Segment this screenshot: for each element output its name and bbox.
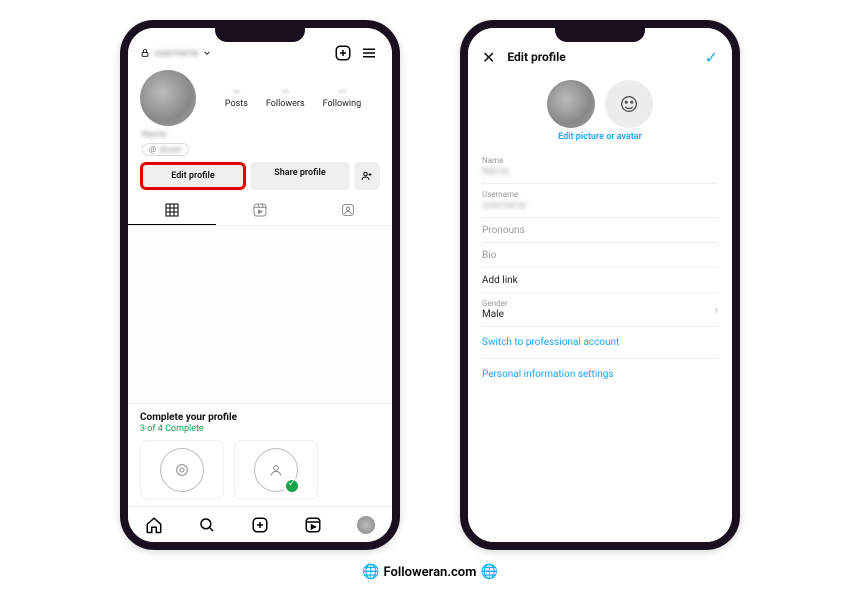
plus-square-icon	[334, 44, 352, 62]
threads-badge[interactable]: @ @user	[142, 143, 189, 156]
nav-create[interactable]	[251, 516, 269, 534]
complete-card-1[interactable]	[140, 440, 224, 500]
nav-profile[interactable]	[357, 516, 375, 534]
grid-icon	[164, 202, 180, 218]
close-button[interactable]: ✕	[482, 48, 495, 67]
profile-topbar: username	[128, 28, 392, 64]
username-dropdown[interactable]: username	[140, 48, 212, 59]
nav-search[interactable]	[198, 516, 216, 534]
avatar-face-icon	[618, 93, 640, 115]
edit-topbar: ✕ Edit profile ✓	[468, 28, 732, 72]
content-tabs	[128, 196, 392, 226]
create-button[interactable]	[332, 42, 354, 64]
reels-icon	[304, 516, 322, 534]
lock-icon	[140, 48, 150, 58]
reels-tab[interactable]	[216, 196, 304, 225]
reels-icon	[252, 202, 268, 218]
plus-square-icon	[251, 516, 269, 534]
grid-tab[interactable]	[128, 196, 216, 225]
username-text: username	[154, 48, 198, 59]
bio-field[interactable]: Bio	[482, 243, 718, 268]
avatar[interactable]	[140, 70, 196, 126]
profile-header: —Posts —Followers —Following	[128, 64, 392, 128]
edit-picture-link[interactable]: Edit picture or avatar	[468, 132, 732, 142]
name-field[interactable]: Name Name	[482, 150, 718, 184]
share-profile-button[interactable]: Share profile	[250, 162, 350, 190]
profile-photo[interactable]	[547, 80, 595, 128]
phone-profile: username —Posts —Followers —F	[120, 20, 400, 550]
chevron-down-icon	[202, 48, 212, 58]
complete-card-2[interactable]	[234, 440, 318, 500]
complete-profile-panel: Complete your profile 3 of 4 Complete	[128, 403, 392, 506]
edit-profile-button[interactable]: Edit profile	[140, 162, 246, 190]
post-grid	[128, 226, 392, 403]
tagged-icon	[340, 202, 356, 218]
phone-edit-profile: ✕ Edit profile ✓ Edit picture or avatar …	[460, 20, 740, 550]
bio-box: Name @ @user	[128, 128, 392, 162]
confirm-button[interactable]: ✓	[705, 48, 718, 67]
check-badge-icon	[284, 478, 300, 494]
nav-home[interactable]	[145, 516, 163, 534]
watermark: 🌐 Followeran.com 🌐	[362, 564, 498, 580]
pronouns-field[interactable]: Pronouns	[482, 218, 718, 243]
followers-stat[interactable]: —Followers	[266, 87, 305, 109]
posts-stat[interactable]: —Posts	[225, 87, 248, 109]
personal-info-link[interactable]: Personal information settings	[482, 359, 718, 390]
complete-subtitle: 3 of 4 Complete	[140, 424, 380, 434]
following-stat[interactable]: —Following	[323, 87, 362, 109]
edit-title: Edit profile	[507, 50, 565, 64]
gender-field[interactable]: Gender Male ›	[482, 293, 718, 327]
person-icon	[268, 462, 284, 478]
bottom-nav	[128, 506, 392, 542]
switch-professional-link[interactable]: Switch to professional account	[482, 327, 718, 359]
add-person-icon	[361, 170, 373, 182]
username-field[interactable]: Username username	[482, 184, 718, 218]
search-icon	[198, 516, 216, 534]
discover-people-button[interactable]	[354, 162, 380, 190]
hamburger-icon	[360, 44, 378, 62]
threads-icon: @	[149, 145, 156, 154]
tagged-tab[interactable]	[304, 196, 392, 225]
globe-icon: 🌐	[362, 564, 379, 580]
menu-button[interactable]	[358, 42, 380, 64]
complete-title: Complete your profile	[140, 412, 380, 423]
avatar-option[interactable]	[605, 80, 653, 128]
nav-reels[interactable]	[304, 516, 322, 534]
display-name: Name	[142, 130, 378, 140]
home-icon	[145, 516, 163, 534]
chevron-right-icon: ›	[714, 303, 718, 317]
camera-icon	[174, 462, 190, 478]
globe-icon: 🌐	[480, 564, 497, 580]
add-link-field[interactable]: Add link	[482, 268, 718, 293]
